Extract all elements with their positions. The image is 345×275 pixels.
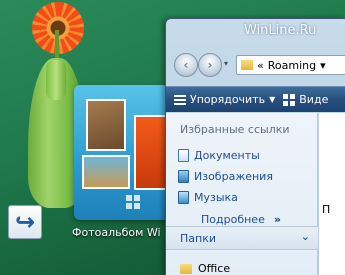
folders-toggle[interactable]: Папки ⌄	[166, 226, 318, 250]
recent-pages-dropdown[interactable]: ▾	[224, 59, 228, 68]
favorite-link-documents[interactable]: Документы	[178, 147, 260, 163]
navigation-pane: Избранные ссылки Документы Изображения М…	[166, 113, 318, 275]
explorer-window: WinLine.Ru ‹ › ▾ « Roaming ▾ Упорядочить…	[165, 18, 345, 275]
chevron-down-icon: ⌄	[300, 230, 310, 243]
documents-icon	[178, 148, 189, 162]
vase-neck	[46, 60, 66, 100]
shortcut-arrow-icon[interactable]: ↪	[8, 205, 42, 239]
favorite-link-images[interactable]: Изображения	[178, 168, 273, 184]
file-list-partial-text: П	[322, 203, 331, 216]
command-bar: Упорядочить ▼ Виде	[166, 86, 345, 112]
favorite-link-label: Музыка	[194, 190, 238, 204]
views-icon	[283, 93, 296, 106]
folders-label: Папки	[180, 231, 216, 245]
file-list: П	[319, 113, 345, 275]
watermark: WinLine.Ru	[244, 23, 317, 38]
organize-label: Упорядочить	[190, 93, 266, 106]
folder-icon	[241, 60, 253, 70]
forward-icon[interactable]: ›	[198, 53, 222, 77]
organize-icon	[174, 94, 186, 105]
address-dropdown[interactable]: ▾	[320, 59, 326, 72]
more-label: Подробнее	[201, 212, 265, 226]
address-overflow[interactable]: «	[257, 59, 264, 72]
address-bar[interactable]: « Roaming ▾	[236, 55, 345, 75]
navigation-bar: ‹ › ▾ « Roaming ▾	[172, 53, 345, 79]
address-segment[interactable]: Roaming	[268, 59, 316, 72]
favorites-heading: Избранные ссылки	[180, 123, 290, 136]
gadget-photo-portrait	[86, 99, 126, 151]
gadget-photo-landscape	[82, 155, 130, 189]
folder-icon	[180, 263, 192, 274]
photo-album-gadget[interactable]	[74, 85, 174, 220]
windows-logo-icon	[126, 195, 140, 209]
double-chevron-icon: »	[273, 212, 281, 226]
folder-tree-label: Office	[198, 262, 231, 275]
favorite-link-music[interactable]: Музыка	[178, 189, 238, 205]
folder-tree-item[interactable]: Office	[180, 262, 230, 275]
views-label: Виде	[299, 93, 329, 106]
views-button[interactable]: Виде	[275, 93, 328, 106]
music-icon	[178, 190, 189, 204]
favorite-link-label: Документы	[194, 148, 260, 162]
gadget-label[interactable]: Фотоальбом Wi	[72, 226, 172, 239]
organize-button[interactable]: Упорядочить ▼	[166, 93, 275, 106]
back-icon[interactable]: ‹	[174, 53, 198, 77]
favorite-link-label: Изображения	[194, 169, 273, 183]
more-links[interactable]: Подробнее »	[201, 211, 281, 227]
images-icon	[178, 169, 189, 183]
